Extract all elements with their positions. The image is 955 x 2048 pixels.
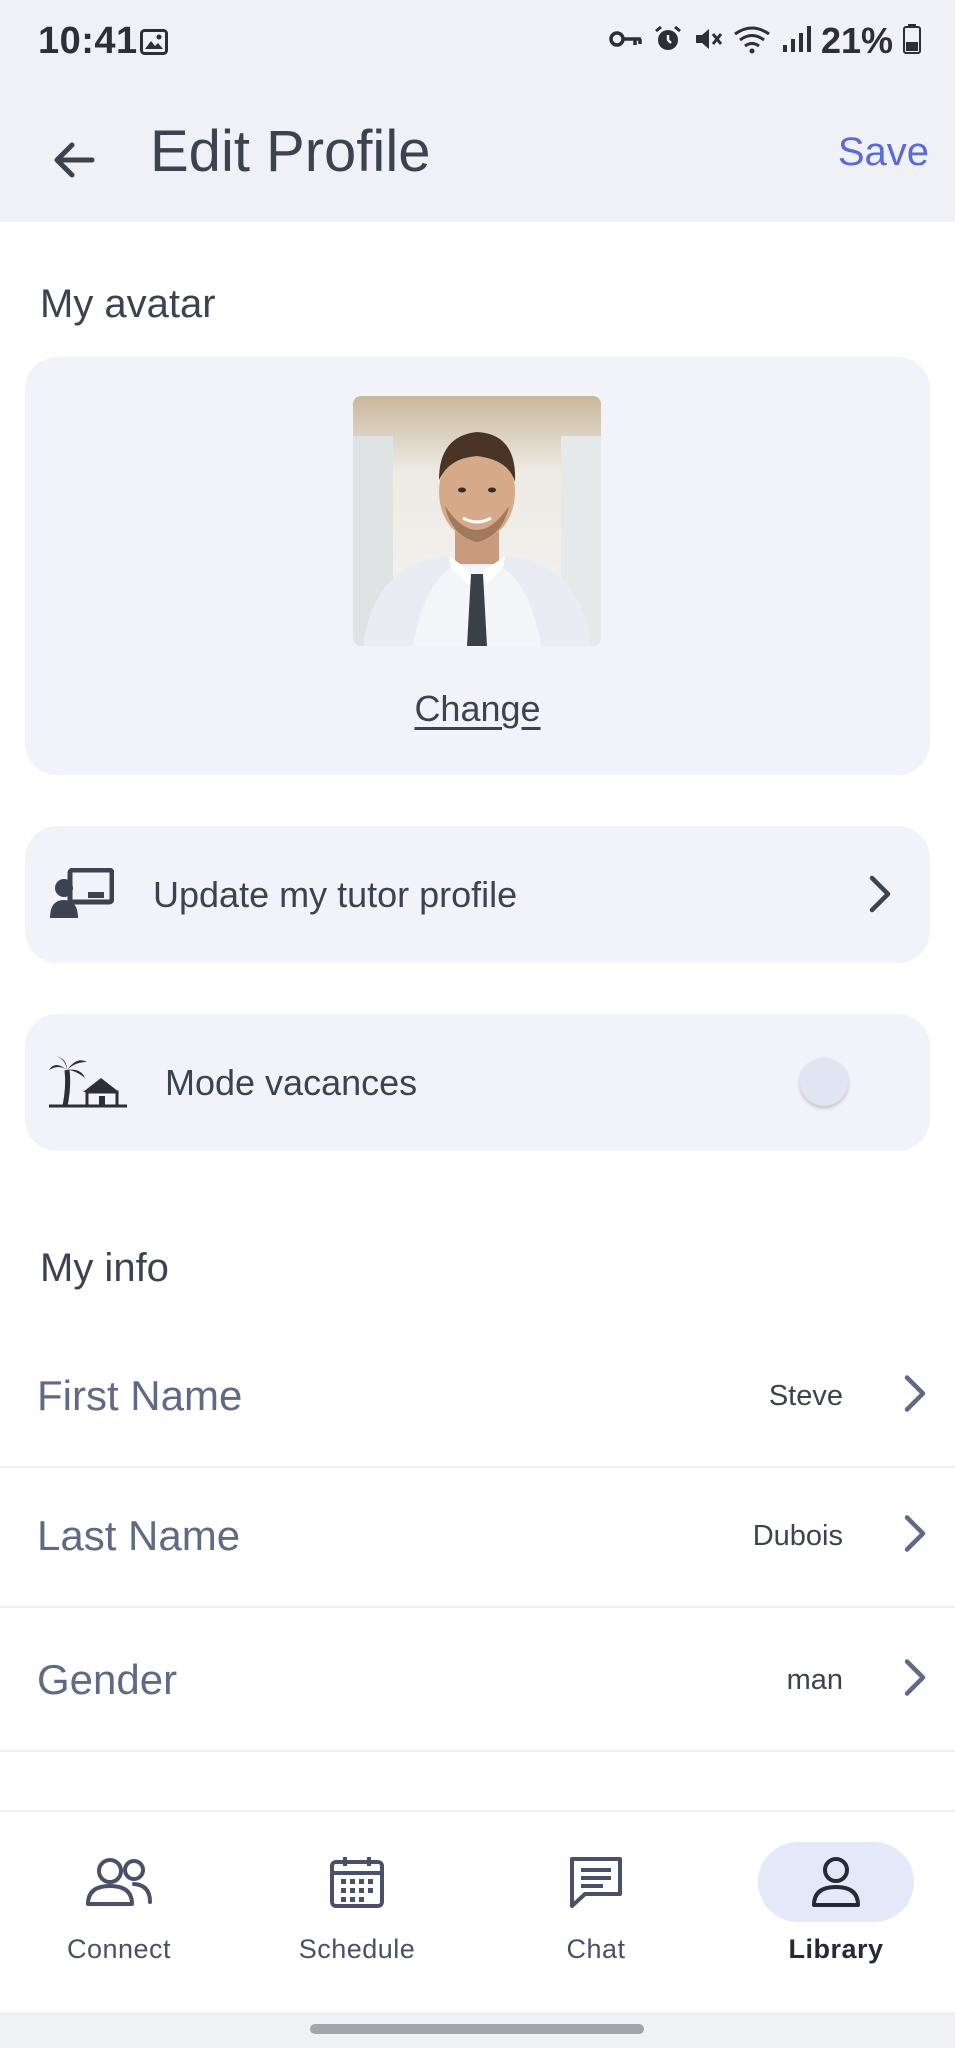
chevron-right-icon bbox=[903, 1514, 927, 1559]
gesture-handle[interactable] bbox=[310, 2024, 644, 2034]
info-label: Last Name bbox=[37, 1512, 241, 1559]
chat-icon bbox=[518, 1842, 674, 1922]
vacation-mode-toggle[interactable] bbox=[800, 1058, 848, 1106]
info-row-first-name[interactable]: First Name Steve bbox=[0, 1326, 955, 1468]
arrow-left-icon bbox=[54, 142, 95, 178]
info-label: First Name bbox=[37, 1372, 243, 1419]
key-icon bbox=[609, 29, 643, 54]
people-icon bbox=[41, 1842, 197, 1922]
chevron-right-icon bbox=[903, 1374, 927, 1419]
palm-house-icon bbox=[49, 1056, 127, 1113]
calendar-icon bbox=[279, 1842, 435, 1922]
page-title: Edit Profile bbox=[150, 119, 431, 184]
info-value: Steve bbox=[768, 1379, 843, 1412]
battery-percent: 21% bbox=[820, 20, 893, 61]
info-section-title: My info bbox=[40, 1246, 169, 1290]
chevron-right-icon bbox=[903, 1658, 927, 1703]
info-value: Dubois bbox=[752, 1519, 843, 1552]
teacher-board-icon bbox=[50, 867, 115, 925]
status-time: 10:41 bbox=[38, 20, 138, 62]
nav-label: Chat bbox=[566, 1934, 626, 1964]
person-icon bbox=[758, 1842, 914, 1922]
nav-chat[interactable]: Chat bbox=[477, 1812, 715, 2014]
signal-icon bbox=[781, 25, 811, 58]
app-header bbox=[0, 88, 955, 222]
back-button[interactable] bbox=[44, 130, 104, 190]
update-tutor-profile-label: Update my tutor profile bbox=[153, 873, 518, 915]
info-value: man bbox=[786, 1663, 843, 1696]
avatar-section-title: My avatar bbox=[40, 282, 216, 326]
save-button[interactable]: Save bbox=[838, 130, 929, 175]
info-row-gender[interactable]: Gender man bbox=[0, 1610, 955, 1752]
nav-label: Connect bbox=[66, 1934, 172, 1964]
chevron-right-icon bbox=[868, 874, 892, 919]
vacation-mode-row: Mode vacances bbox=[25, 1014, 930, 1151]
nav-schedule[interactable]: Schedule bbox=[238, 1812, 476, 2014]
mute-icon bbox=[693, 24, 723, 59]
change-avatar-link[interactable]: Change bbox=[0, 688, 955, 730]
nav-connect[interactable]: Connect bbox=[0, 1812, 238, 2014]
vacation-mode-label: Mode vacances bbox=[165, 1061, 418, 1103]
alarm-icon bbox=[653, 24, 683, 59]
avatar-image bbox=[353, 396, 601, 646]
nav-label: Schedule bbox=[298, 1934, 416, 1964]
info-row-last-name[interactable]: Last Name Dubois bbox=[0, 1466, 955, 1608]
nav-label: Library bbox=[788, 1934, 884, 1964]
update-tutor-profile-row[interactable]: Update my tutor profile bbox=[25, 826, 930, 963]
status-icons: 21% bbox=[609, 20, 921, 62]
nav-library[interactable]: Library bbox=[717, 1812, 955, 2014]
image-icon bbox=[140, 29, 168, 55]
wifi-icon bbox=[733, 24, 771, 59]
info-label: Gender bbox=[37, 1656, 178, 1703]
battery-icon bbox=[903, 23, 921, 59]
bottom-nav: Connect Schedule Chat Library bbox=[0, 1810, 955, 2014]
